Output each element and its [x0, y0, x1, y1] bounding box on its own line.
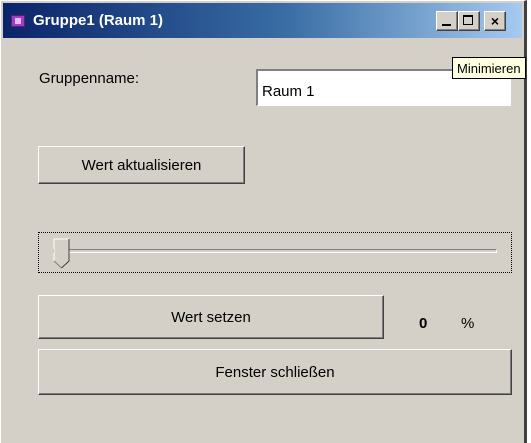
set-value-button[interactable]: Wert setzen	[38, 295, 384, 339]
close-icon: ×	[490, 13, 500, 29]
minimize-button[interactable]	[436, 11, 458, 31]
value-unit-label: %	[461, 315, 475, 332]
close-window-button[interactable]: ×	[484, 11, 506, 31]
slider-track[interactable]	[53, 249, 497, 253]
value-readout: 0	[419, 315, 428, 332]
minimize-tooltip: Minimieren	[452, 57, 526, 79]
title-bar[interactable]: Gruppe1 (Raum 1) ×	[3, 3, 522, 38]
window-title: Gruppe1 (Raum 1)	[33, 12, 164, 29]
maximize-button[interactable]	[458, 11, 480, 31]
value-slider[interactable]	[38, 232, 512, 273]
app-icon[interactable]	[11, 15, 25, 27]
close-dialog-button[interactable]: Fenster schließen	[38, 349, 512, 395]
group-name-label: Gruppenname:	[39, 70, 140, 87]
dialog-window: Gruppe1 (Raum 1) × Gruppenname: Wert akt…	[0, 0, 527, 443]
refresh-value-button[interactable]: Wert aktualisieren	[38, 146, 245, 184]
slider-thumb[interactable]	[53, 238, 71, 269]
